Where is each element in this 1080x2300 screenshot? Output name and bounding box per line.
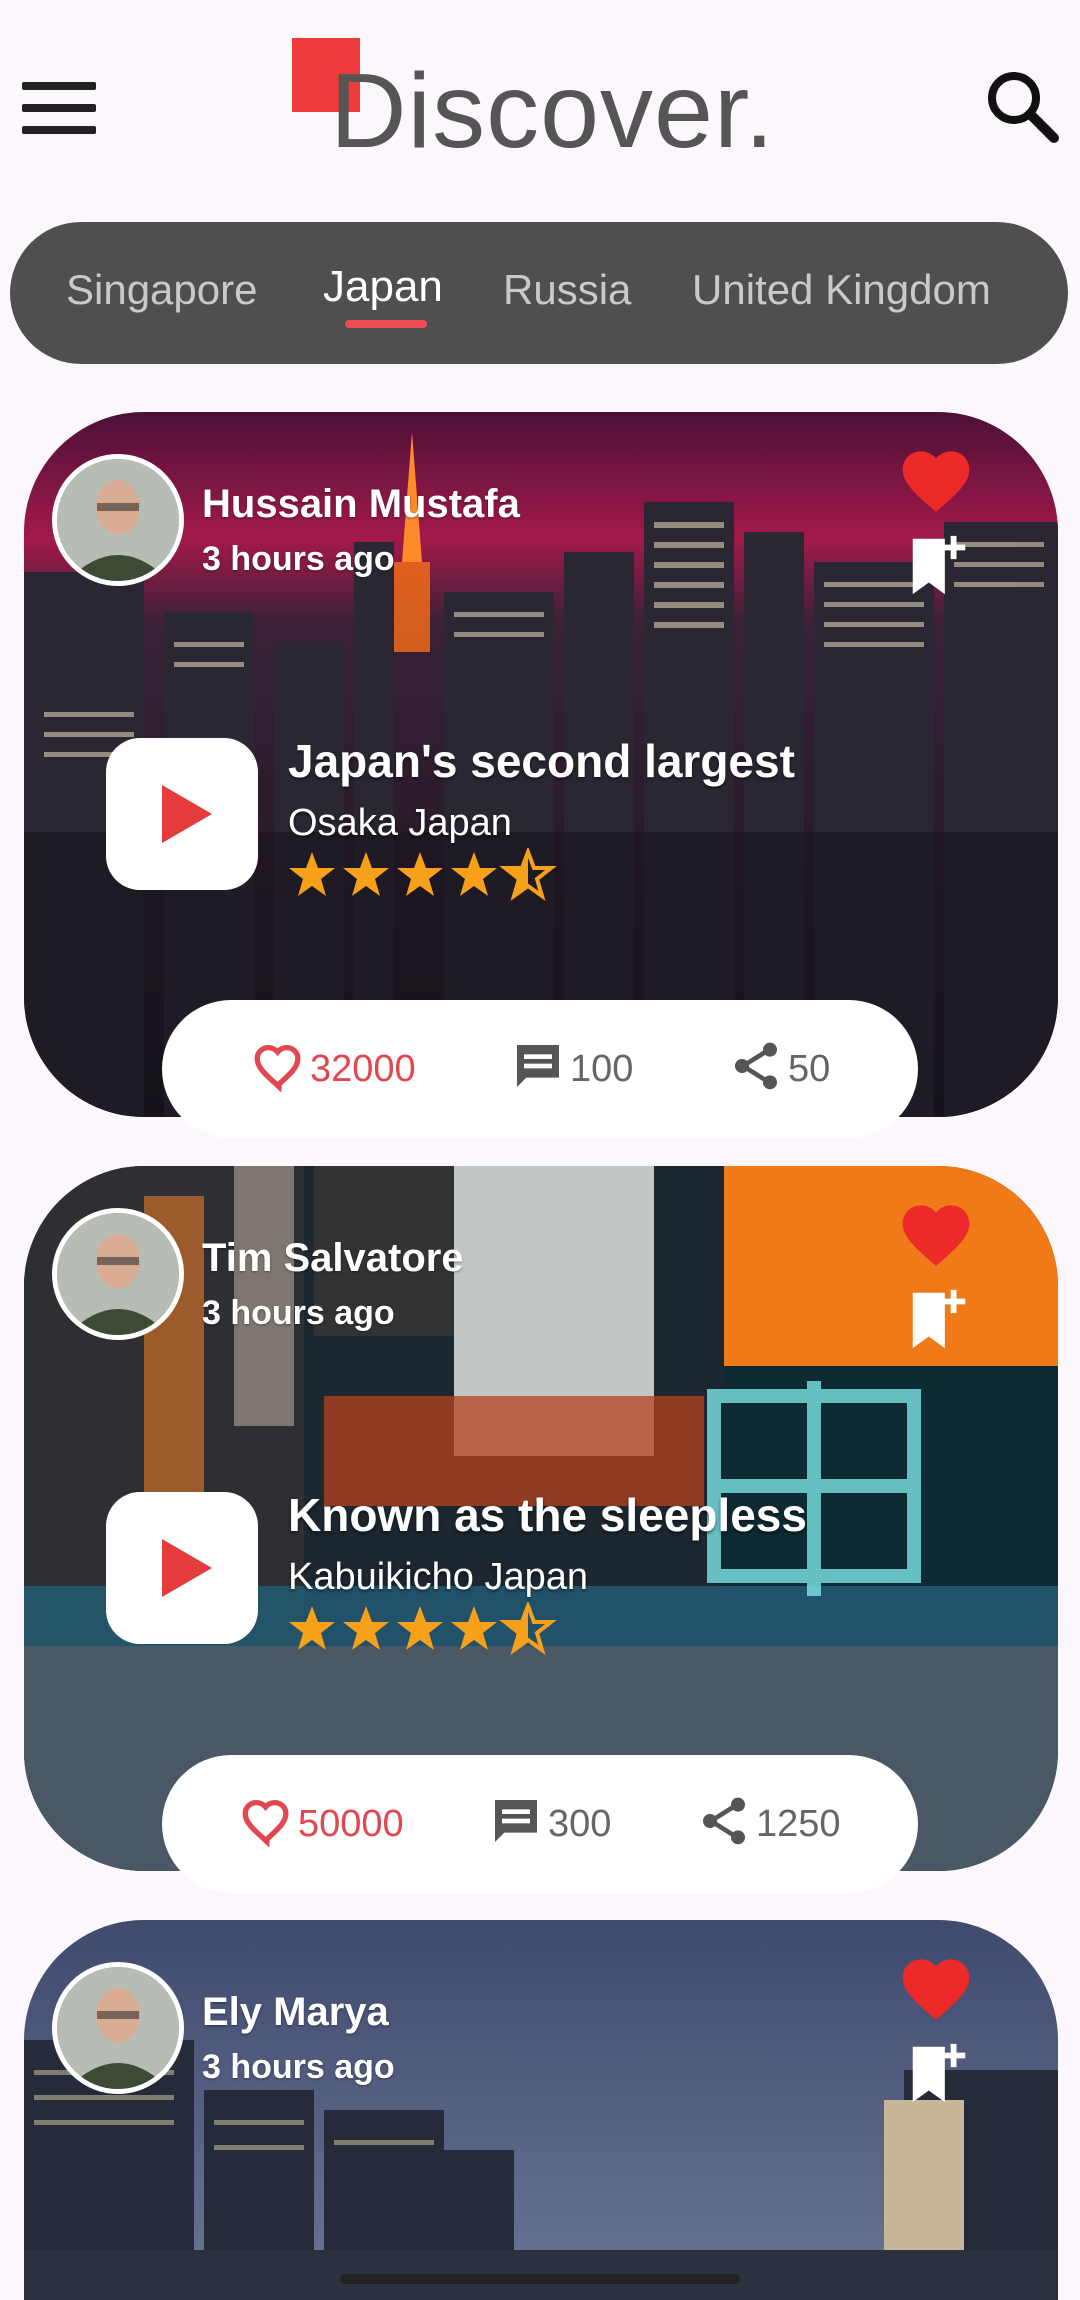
post-stats-bar: 50000 300 1250 [162, 1755, 918, 1893]
share-count: 50 [788, 1048, 831, 1090]
comment-button[interactable]: 300 [488, 1793, 628, 1853]
star-icon [451, 852, 497, 896]
star-icon [343, 852, 389, 896]
post-stats-bar: 32000 100 50 [162, 1000, 918, 1138]
bookmark-add-icon[interactable] [904, 530, 974, 600]
post-title: Known as the sleepless [288, 1489, 807, 1541]
star-icon [451, 1606, 497, 1650]
rating-stars [288, 846, 568, 904]
country-tab-bar: Singapore Japan Russia United Kingdom [10, 222, 1068, 364]
post-card[interactable]: Ely Marya 3 hours ago [24, 1920, 1058, 2300]
share-button[interactable]: 1250 [696, 1793, 866, 1853]
bookmark-add-icon[interactable] [904, 1284, 974, 1354]
app-logo: Discover. [290, 36, 810, 166]
home-indicator[interactable] [340, 2274, 740, 2284]
post-author-name: Tim Salvatore [202, 1236, 464, 1280]
bookmark-add-icon[interactable] [904, 2038, 974, 2108]
favorite-heart-icon[interactable] [896, 442, 976, 512]
avatar[interactable] [52, 1208, 184, 1340]
post-timestamp: 3 hours ago [202, 1294, 395, 1332]
post-author-name: Hussain Mustafa [202, 482, 520, 526]
like-button[interactable]: 50000 [238, 1793, 418, 1853]
star-icon [289, 852, 335, 896]
avatar[interactable] [52, 1962, 184, 2094]
tab-russia[interactable]: Russia [503, 266, 631, 314]
logo-text: Discover. [330, 52, 775, 170]
tab-singapore[interactable]: Singapore [66, 266, 257, 314]
favorite-heart-icon[interactable] [896, 1196, 976, 1266]
star-icon [343, 1606, 389, 1650]
like-count: 50000 [298, 1803, 404, 1845]
play-video-button[interactable] [106, 738, 258, 890]
post-location: Kabuikicho Japan [288, 1556, 588, 1598]
share-button[interactable]: 50 [728, 1038, 868, 1098]
post-title: Japan's second largest [288, 735, 795, 787]
post-location: Osaka Japan [288, 802, 512, 844]
tab-japan[interactable]: Japan [323, 262, 443, 312]
tab-united-kingdom[interactable]: United Kingdom [692, 266, 991, 314]
avatar[interactable] [52, 454, 184, 586]
comment-count: 100 [570, 1048, 634, 1090]
hamburger-menu-icon[interactable] [22, 82, 96, 134]
star-icon [289, 1606, 335, 1650]
like-count: 32000 [310, 1048, 416, 1090]
active-tab-indicator [345, 320, 427, 328]
search-icon[interactable] [982, 66, 1062, 146]
favorite-heart-icon[interactable] [896, 1950, 976, 2020]
star-icon [397, 852, 443, 896]
rating-stars [288, 1600, 568, 1658]
post-timestamp: 3 hours ago [202, 540, 395, 578]
like-button[interactable]: 32000 [250, 1038, 430, 1098]
post-author-name: Ely Marya [202, 1990, 389, 2034]
share-count: 1250 [756, 1803, 841, 1845]
play-video-button[interactable] [106, 1492, 258, 1644]
post-timestamp: 3 hours ago [202, 2048, 395, 2086]
star-icon [397, 1606, 443, 1650]
app-header: Discover. [0, 0, 1080, 210]
comment-button[interactable]: 100 [510, 1038, 650, 1098]
comment-count: 300 [548, 1803, 612, 1845]
